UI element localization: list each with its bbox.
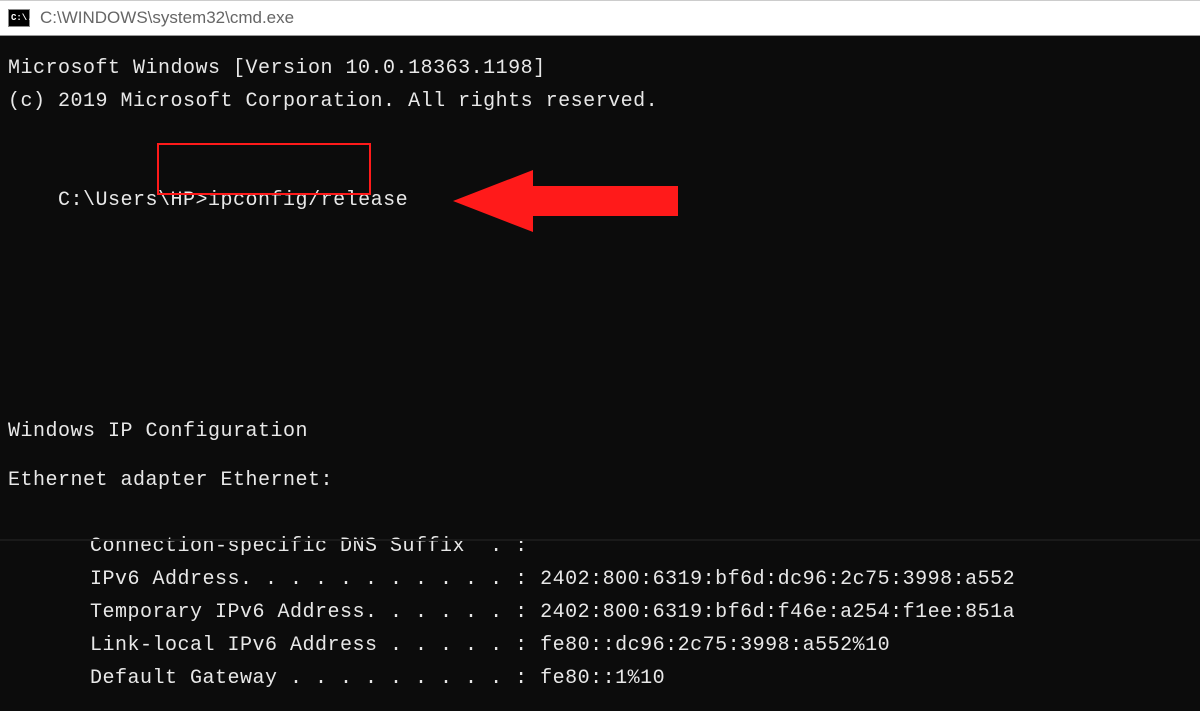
title-bar[interactable]: C:\. C:\WINDOWS\system32\cmd.exe	[0, 0, 1200, 36]
blank-line	[8, 497, 1192, 530]
field-value: 2402:800:6319:bf6d:dc96:2c75:3998:a552	[528, 568, 1016, 591]
field-label: Link-local IPv6 Address . . . . . :	[90, 634, 528, 657]
prompt-line[interactable]: C:\Users\HP>ipconfig/release	[8, 151, 1192, 382]
blank-line	[8, 118, 1192, 151]
window-title: C:\WINDOWS\system32\cmd.exe	[40, 8, 294, 28]
blank-line	[8, 448, 1192, 464]
adapter-title: Ethernet adapter Ethernet:	[8, 464, 1192, 497]
separator-line	[0, 539, 1200, 541]
ipv6-address-line: IPv6 Address. . . . . . . . . . . : 2402…	[90, 563, 1192, 596]
field-value: 2402:800:6319:bf6d:f46e:a254:f1ee:851a	[528, 601, 1016, 624]
arrow-left-icon	[378, 133, 683, 281]
prompt-path: C:\Users\HP>	[58, 189, 208, 212]
default-gateway-line: Default Gateway . . . . . . . . . : fe80…	[90, 662, 1192, 695]
terminal-output[interactable]: Microsoft Windows [Version 10.0.18363.11…	[0, 36, 1200, 711]
field-label: Temporary IPv6 Address. . . . . . :	[90, 601, 528, 624]
field-label: Default Gateway . . . . . . . . . :	[90, 667, 528, 690]
dns-suffix-line: Connection-specific DNS Suffix . :	[90, 530, 1192, 563]
adapter-fields: Connection-specific DNS Suffix . : IPv6 …	[8, 530, 1192, 695]
cmd-icon: C:\.	[8, 9, 30, 27]
link-local-ipv6-line: Link-local IPv6 Address . . . . . : fe80…	[90, 629, 1192, 662]
typed-command: ipconfig/release	[208, 189, 408, 212]
blank-line	[8, 382, 1192, 415]
field-label: IPv6 Address. . . . . . . . . . . :	[90, 568, 528, 591]
version-line: Microsoft Windows [Version 10.0.18363.11…	[8, 52, 1192, 85]
field-value: fe80::1%10	[528, 667, 666, 690]
field-value: fe80::dc96:2c75:3998:a552%10	[528, 634, 891, 657]
highlight-box	[157, 143, 371, 195]
temp-ipv6-line: Temporary IPv6 Address. . . . . . : 2402…	[90, 596, 1192, 629]
copyright-line: (c) 2019 Microsoft Corporation. All righ…	[8, 85, 1192, 118]
ip-config-title: Windows IP Configuration	[8, 415, 1192, 448]
